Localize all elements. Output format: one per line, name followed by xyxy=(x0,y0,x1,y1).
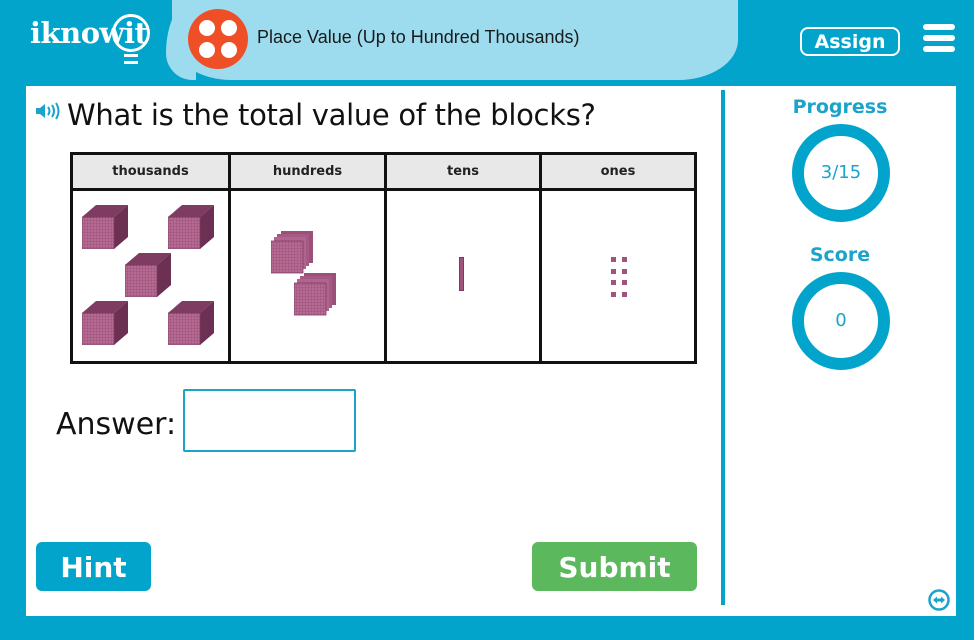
one-unit xyxy=(622,291,627,297)
four-dots-icon xyxy=(188,9,248,69)
answer-label: Answer: xyxy=(56,407,177,442)
column-divider xyxy=(539,155,542,361)
thousand-cube xyxy=(167,299,214,346)
lesson-title: Place Value (Up to Hundred Thousands) xyxy=(257,27,580,47)
score-label: Score xyxy=(809,244,871,266)
column-header-thousands: thousands xyxy=(112,164,189,179)
score-value: 0 xyxy=(835,310,847,331)
header: iknowit Place Value (Up to Hundred Thous… xyxy=(0,0,974,86)
column-divider xyxy=(228,155,231,361)
expand-arrows-icon[interactable] xyxy=(928,589,950,611)
hundred-flat xyxy=(270,231,315,275)
thousand-cube xyxy=(81,203,128,250)
column-header-ones: ones xyxy=(600,164,636,179)
one-unit xyxy=(611,268,616,274)
iknowit-logo[interactable]: iknowit xyxy=(30,14,150,64)
progress-label: Progress xyxy=(792,96,888,118)
ten-rod xyxy=(459,257,464,291)
question-text: What is the total value of the blocks? xyxy=(67,98,596,132)
column-header-tens: tens xyxy=(446,164,480,179)
lightbulb-base xyxy=(124,54,138,64)
thousand-cube xyxy=(124,251,171,298)
panel-divider xyxy=(721,90,725,605)
progress-ring: 3/15 xyxy=(792,124,890,222)
submit-button[interactable]: Submit xyxy=(532,542,697,591)
one-unit xyxy=(622,257,627,262)
one-unit xyxy=(611,257,616,262)
column-divider xyxy=(384,155,387,361)
hamburger-menu-icon[interactable] xyxy=(923,24,955,52)
one-unit xyxy=(611,291,616,297)
hint-button[interactable]: Hint xyxy=(36,542,151,591)
answer-input[interactable] xyxy=(183,389,356,452)
hundred-flat xyxy=(293,273,338,317)
one-unit xyxy=(611,280,616,285)
place-value-table: thousands hundreds tens ones xyxy=(70,152,697,364)
score-ring: 0 xyxy=(792,272,890,370)
progress-value: 3/15 xyxy=(820,162,862,183)
lightbulb-icon xyxy=(112,14,150,52)
one-unit xyxy=(622,280,627,285)
one-unit xyxy=(622,268,627,274)
assign-button[interactable]: Assign xyxy=(800,27,900,56)
column-header-hundreds: hundreds xyxy=(272,164,343,179)
thousand-cube xyxy=(167,203,214,250)
frame-edge xyxy=(974,0,980,640)
thousand-cube xyxy=(81,299,128,346)
speaker-icon[interactable] xyxy=(35,102,63,120)
